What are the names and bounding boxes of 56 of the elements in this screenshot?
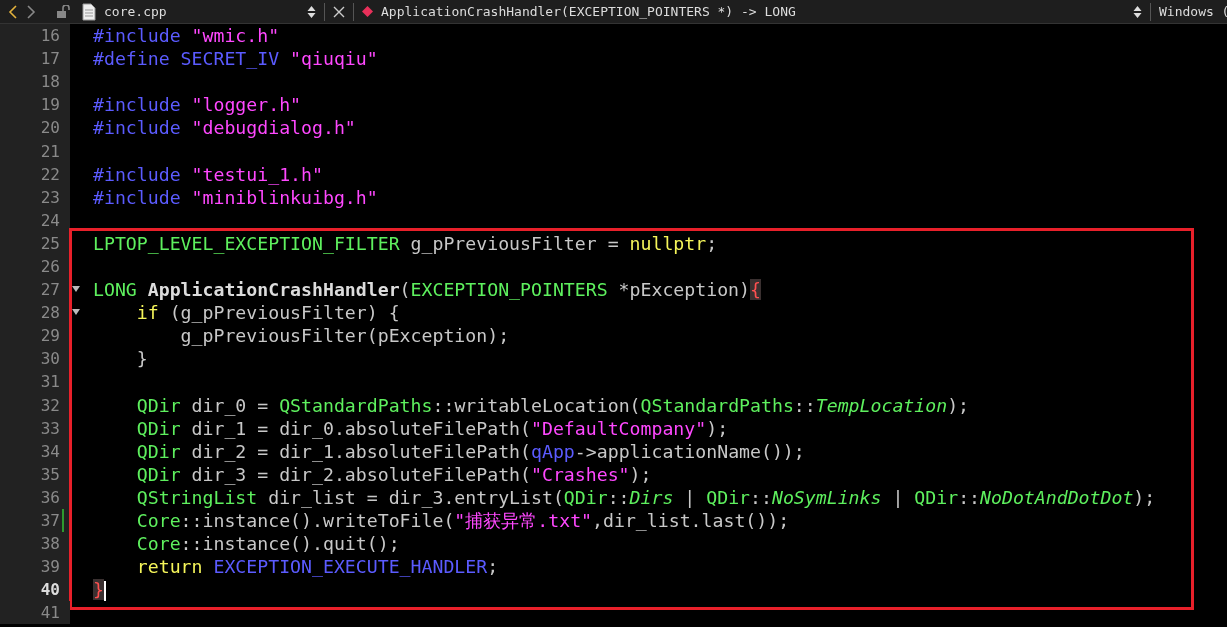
code-line: QDir dir_3 = dir_2.absoluteFilePath("Crashes");	[135, 463, 652, 485]
line-number: 17	[40, 49, 60, 69]
line-number: 22	[40, 164, 60, 184]
code-line: LPTOP_LEVEL_EXCEPTION_FILTER g_pPreviousFilter = nullptr;	[93, 232, 718, 254]
line-number: 21	[40, 141, 60, 161]
code-line: #include "testui_1.h"	[93, 163, 323, 185]
line-number: 40	[40, 580, 60, 600]
line-number: 27	[40, 280, 60, 300]
code-line: #include "logger.h"	[93, 94, 302, 116]
line-number: 36	[40, 487, 60, 507]
document-icon	[82, 2, 96, 21]
diamond-icon	[362, 6, 373, 17]
code-line: LONG ApplicationCrashHandler(EXCEPTION_POINTERS *pException){	[93, 279, 761, 301]
file-name[interactable]: core.cpp	[104, 4, 299, 19]
fold-toggle-icon[interactable]	[72, 309, 80, 317]
line-number: 39	[40, 557, 60, 577]
close-icon[interactable]	[333, 5, 345, 18]
line-number: 16	[40, 26, 60, 46]
line-number: 37	[40, 511, 60, 530]
platform-selector[interactable]: Windows (	[1159, 4, 1227, 19]
line-number: 24	[40, 210, 60, 230]
line-number: 41	[40, 603, 60, 623]
code-line: #include "miniblinkuibg.h"	[93, 186, 378, 208]
lock-icon[interactable]	[56, 4, 70, 19]
code-line: return EXCEPTION_EXECUTE_HANDLER;	[135, 556, 499, 578]
line-number: 34	[40, 441, 60, 461]
up-down-arrows-icon[interactable]	[1133, 4, 1142, 19]
code-line: QDir dir_0 = QStandardPaths::writableLocation(QStandardPaths::TempLocation);	[135, 394, 970, 416]
line-number: 19	[40, 95, 60, 115]
symbol-selector[interactable]: ApplicationCrashHandler(EXCEPTION_POINTERS *) -> LONG	[381, 4, 1125, 19]
code-line: QDir dir_2 = dir_1.absoluteFilePath(qApp->applicationName());	[135, 440, 805, 462]
line-number: 25	[40, 233, 60, 253]
line-number: 23	[40, 187, 60, 207]
line-number: 33	[40, 418, 60, 438]
line-number: 38	[40, 534, 60, 554]
line-number: 32	[40, 395, 60, 415]
line-number: 31	[40, 372, 60, 392]
up-down-arrows-icon[interactable]	[307, 4, 316, 19]
code-line: if (g_pPreviousFilter) {	[135, 302, 400, 324]
line-number: 20	[40, 118, 60, 138]
code-line: g_pPreviousFilter(pException);	[179, 325, 510, 347]
code-line: Core::instance().quit();	[135, 533, 400, 555]
code-line: }	[135, 348, 148, 370]
code-line: #include "debugdialog.h"	[93, 117, 356, 139]
line-number: 26	[40, 257, 60, 276]
code-line: #define SECRET_IV "qiuqiu"	[93, 48, 378, 70]
code-line: Core::instance().writeToFile("捕获异常.txt",dir_list.last());	[135, 510, 790, 531]
line-number: 28	[40, 303, 60, 323]
line-number: 35	[40, 464, 60, 484]
code-line: #include "wmic.h"	[93, 25, 280, 47]
code-line: QDir dir_1 = dir_0.absoluteFilePath("DefaultCompany");	[135, 417, 729, 439]
line-number: 30	[40, 349, 60, 369]
line-number: 29	[40, 326, 60, 346]
line-number: 18	[40, 72, 60, 92]
fold-toggle-icon[interactable]	[72, 286, 80, 294]
code-line: QStringList dir_list = dir_3.entryList(QDir::Dirs | QDir::NoSymLinks | QDir::NoDotAndDotDot);	[135, 486, 1156, 508]
